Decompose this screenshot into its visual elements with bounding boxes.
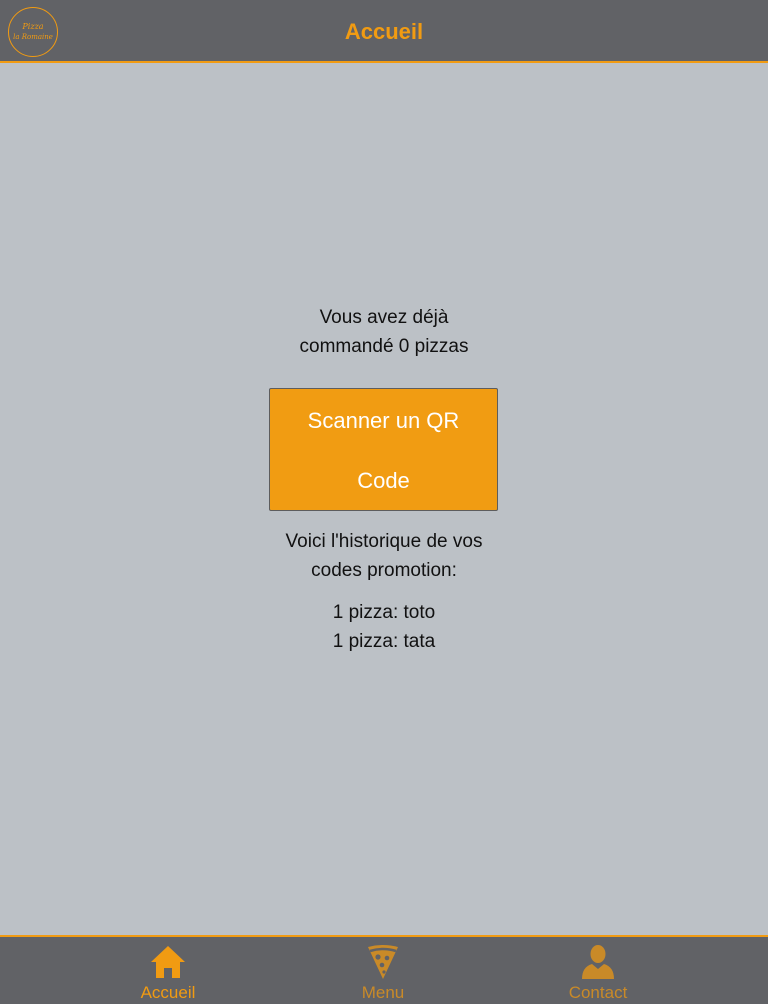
scan-button-label-line-1: Scanner un QR xyxy=(307,408,460,433)
scan-button-label-line-2: Code xyxy=(357,468,410,493)
main-content: Vous avez déjà commandé 0 pizzas Scanner… xyxy=(0,63,768,935)
promo-code-list: 1 pizza: toto 1 pizza: tata xyxy=(234,598,534,656)
scan-qr-code-button[interactable]: Scanner un QR Code xyxy=(269,388,498,511)
order-count-text: Vous avez déjà commandé 0 pizzas xyxy=(234,303,534,361)
promo-history-heading: Voici l'historique de vos codes promotio… xyxy=(234,527,534,585)
promo-history-heading-line-2: codes promotion: xyxy=(311,560,457,581)
promo-code-item: 1 pizza: toto xyxy=(332,602,436,623)
page-title: Accueil xyxy=(344,19,424,44)
app-screen: Pizza la Romaine Accueil Vous avez déjà … xyxy=(0,0,768,1004)
tab-menu[interactable]: Menu xyxy=(293,937,473,1004)
tab-accueil[interactable]: Accueil xyxy=(78,937,258,1004)
bottom-tab-bar: Accueil Menu Contact xyxy=(0,935,768,1004)
home-icon xyxy=(151,946,185,978)
promo-history-heading-line-1: Voici l'historique de vos xyxy=(285,531,483,552)
order-count-line-1: Vous avez déjà xyxy=(319,307,449,328)
tab-label-contact: Contact xyxy=(568,983,628,1002)
pizza-slice-icon xyxy=(368,945,398,979)
person-icon xyxy=(582,945,614,979)
order-count-line-2: commandé 0 pizzas xyxy=(299,336,469,357)
tab-label-accueil: Accueil xyxy=(140,983,196,1002)
tab-contact[interactable]: Contact xyxy=(508,937,688,1004)
header-bar: Pizza la Romaine Accueil xyxy=(0,0,768,63)
promo-code-item: 1 pizza: tata xyxy=(332,631,436,652)
tab-label-menu: Menu xyxy=(361,983,405,1002)
